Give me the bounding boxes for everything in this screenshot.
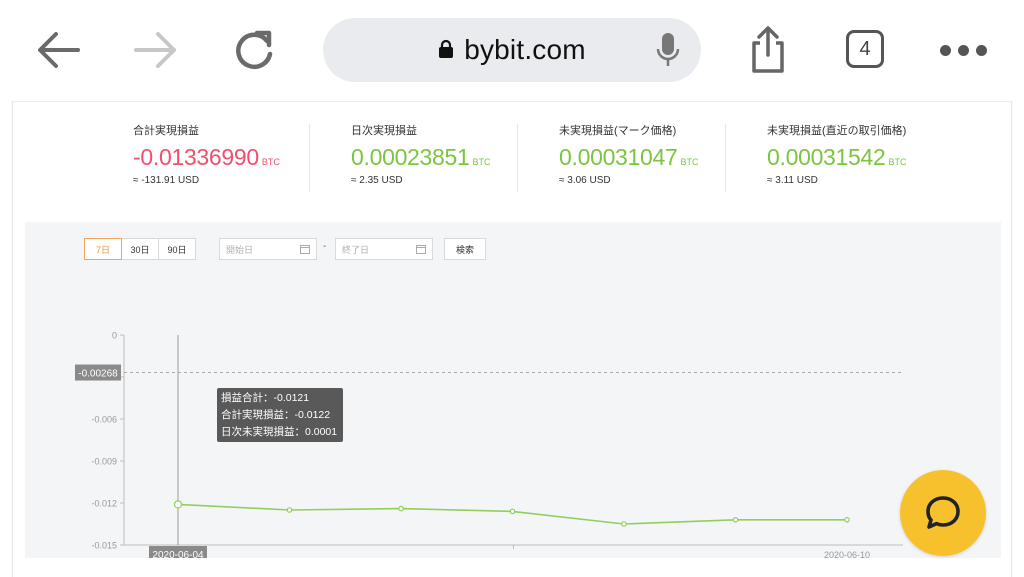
data-point [286, 507, 293, 513]
y-tick-label: -0.012 [91, 499, 117, 509]
y-tick-label: -0.006 [91, 415, 117, 425]
chat-bubble-icon [926, 496, 960, 529]
tab-count-button[interactable]: 4 [846, 30, 884, 68]
forward-arrow-icon[interactable] [128, 22, 184, 78]
stat-value: -0.01336990 [133, 144, 259, 170]
tooltip-line-realized: 合計実現損益：-0.0122 [221, 409, 331, 421]
stat-unit: BTC [472, 157, 491, 167]
stat-value: 0.00031047 [559, 144, 678, 170]
divider [725, 124, 726, 192]
divider [517, 124, 518, 192]
stat-value: 0.00031542 [767, 144, 886, 170]
more-options-icon[interactable] [940, 40, 992, 60]
crosshair-y-label: -0.00268 [78, 369, 118, 380]
stat-label: 未実現損益(直近の取引価格) [767, 125, 907, 137]
data-point [173, 500, 183, 509]
stat-unit: BTC [680, 157, 699, 167]
data-point [398, 505, 404, 512]
browser-toolbar: bybit.com 4 [0, 0, 1024, 100]
stat-value: 0.00023851 [351, 144, 470, 170]
divider [309, 124, 310, 192]
stat-usd: ≈ 3.11 USD [767, 175, 818, 186]
pnl-card: 合計実現損益 -0.01336990 BTC ≈ -131.91 USD 日次実現… [12, 101, 1012, 577]
stat-unit: BTC [261, 157, 280, 167]
pnl-chart-panel: 7日 30日 90日 開始日 - 終了日 検索 0-0.003-0.006-0.… [25, 222, 1001, 558]
stat-unrealized-last: 未実現損益(直近の取引価格) 0.00031542 BTC ≈ 3.11 USD [767, 122, 967, 198]
x-end-label: 2020-06-10 [824, 550, 870, 558]
chat-support-button[interactable] [900, 470, 986, 556]
microphone-icon[interactable] [653, 32, 683, 68]
y-tick-label: -0.009 [91, 457, 117, 467]
stat-usd: ≈ -131.91 USD [133, 175, 200, 186]
stat-label: 日次実現損益 [351, 125, 417, 137]
range-7d-button[interactable]: 7日 [84, 238, 122, 260]
pnl-line-chart[interactable]: 0-0.003-0.006-0.009-0.012-0.015-0.002682… [25, 222, 1001, 558]
y-tick-label: 0 [112, 331, 117, 341]
data-point [732, 516, 739, 523]
stat-total-realized: 合計実現損益 -0.01336990 BTC ≈ -131.91 USD [133, 122, 333, 198]
tooltip-line-total: 損益合計：-0.0121 [221, 392, 310, 404]
stat-unit: BTC [888, 157, 907, 167]
tooltip-line-unrealized: 日次未実現損益：0.0001 [221, 426, 338, 438]
data-point [509, 508, 516, 515]
reload-icon[interactable] [226, 22, 282, 78]
y-tick-label: -0.015 [91, 541, 117, 551]
data-point [621, 521, 627, 527]
stat-daily-realized: 日次実現損益 0.00023851 BTC ≈ 2.35 USD [351, 122, 551, 198]
stat-label: 未実現損益(マーク価格) [559, 125, 677, 137]
lock-icon [438, 39, 456, 61]
data-point [844, 516, 850, 523]
address-bar[interactable]: bybit.com [323, 18, 701, 82]
stat-usd: ≈ 2.35 USD [351, 175, 403, 186]
chart-tooltip: 損益合計：-0.0121 合計実現損益：-0.0122 日次未実現損益：0.00… [217, 388, 343, 442]
share-icon[interactable] [740, 22, 796, 78]
stat-usd: ≈ 3.06 USD [559, 175, 611, 186]
stat-unrealized-mark: 未実現損益(マーク価格) 0.00031047 BTC ≈ 3.06 USD [559, 122, 759, 198]
url-text: bybit.com [464, 34, 586, 65]
back-arrow-icon[interactable] [30, 22, 86, 78]
crosshair-x-label: 2020-06-04 [152, 550, 204, 558]
stat-label: 合計実現損益 [133, 125, 199, 137]
pnl-series-line [177, 503, 847, 525]
